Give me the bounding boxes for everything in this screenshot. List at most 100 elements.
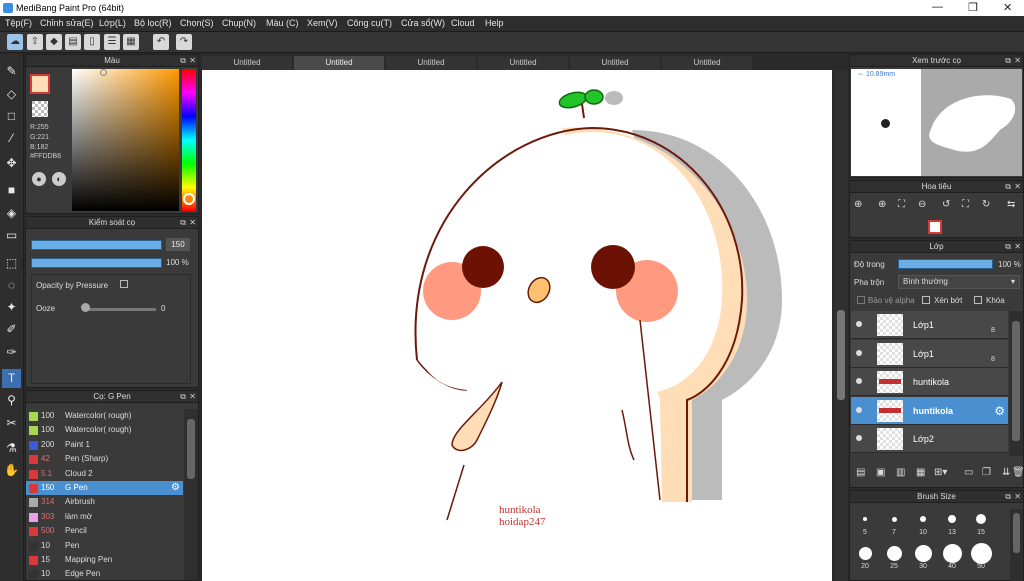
lasso-icon[interactable]: ◌ <box>2 276 21 295</box>
zoom-in-small-icon[interactable]: ⊕ <box>878 199 886 210</box>
divide-tool-icon[interactable]: ✂ <box>2 414 21 433</box>
ooze-slider[interactable] <box>84 308 156 311</box>
new-8bit-layer-icon[interactable]: ▥ <box>896 467 905 478</box>
new-halftone-layer-icon[interactable]: ▣ <box>876 467 885 478</box>
menu-edit[interactable]: Chỉnh sửa(E) <box>40 18 94 28</box>
layer-row[interactable]: Lớp1 8 <box>851 311 1008 339</box>
menu-filter[interactable]: Bộ lọc(R) <box>134 18 172 28</box>
operation-tool-icon[interactable]: ⚲ <box>2 391 21 410</box>
hue-handle[interactable] <box>183 193 195 205</box>
undo-icon[interactable]: ↶ <box>153 34 169 50</box>
close-icon[interactable]: ✕ <box>1014 491 1021 503</box>
brush-list-item[interactable]: 42 Pen (Sharp) <box>26 452 183 466</box>
layers-scrollbar[interactable] <box>1012 321 1020 441</box>
brush-list-item[interactable]: 200 Paint 1 <box>26 438 183 452</box>
layer-opacity-slider[interactable] <box>898 259 993 269</box>
add-layer-menu-icon[interactable]: ⊞▾ <box>934 467 947 478</box>
tab-untitled-2[interactable]: Untitled <box>294 56 384 70</box>
menu-file[interactable]: Tệp(F) <box>5 18 32 28</box>
menu-select[interactable]: Chọn(S) <box>180 18 214 28</box>
brush-size-preset[interactable]: 5 <box>852 509 878 536</box>
lock-checkbox[interactable] <box>974 296 982 304</box>
folder-icon[interactable]: ▭ <box>964 467 973 478</box>
text-tool-icon[interactable]: T <box>2 369 21 388</box>
size-value[interactable]: 150 <box>166 238 190 251</box>
brush-size-preset[interactable]: 40 <box>939 543 965 570</box>
fill-rect-tool-icon[interactable]: ■ <box>2 181 21 200</box>
cloud-icon[interactable]: ☁ <box>7 34 23 50</box>
opacity-slider[interactable] <box>31 258 162 268</box>
tab-untitled-1[interactable]: Untitled <box>202 56 292 70</box>
layer-row[interactable]: Lớp2 <box>851 425 1008 453</box>
eye-icon[interactable] <box>856 435 862 441</box>
tab-untitled-3[interactable]: Untitled <box>386 56 476 70</box>
alpha-lock-checkbox[interactable] <box>857 296 865 304</box>
gear-icon[interactable]: ⚙ <box>171 481 180 495</box>
duplicate-icon[interactable]: ❐ <box>982 467 991 478</box>
brush-size-preset[interactable]: 10 <box>910 509 936 536</box>
select-eraser-icon[interactable]: ✑ <box>2 343 21 362</box>
merge-icon[interactable]: ⇊ <box>1002 467 1010 478</box>
close-icon[interactable]: ✕ <box>1003 1 1012 14</box>
tab-untitled-4[interactable]: Untitled <box>478 56 568 70</box>
brush-size-scrollbar[interactable] <box>1013 513 1020 553</box>
hand-tool-icon[interactable]: ✋ <box>2 461 21 480</box>
new-1bit-layer-icon[interactable]: ▦ <box>916 467 925 478</box>
eraser-tool-icon[interactable]: ◇ <box>2 85 21 104</box>
line-tool-icon[interactable]: ⁄ <box>2 129 21 148</box>
redo-icon[interactable]: ↷ <box>176 34 192 50</box>
ooze-handle[interactable] <box>81 303 90 312</box>
list-icon[interactable]: ☰ <box>104 34 120 50</box>
menu-cloud[interactable]: Cloud <box>451 18 475 28</box>
brush-list-item[interactable]: 10 Pen <box>26 539 183 553</box>
brush-tool-icon[interactable]: ✎ <box>2 62 21 81</box>
eye-icon[interactable] <box>856 406 862 413</box>
restore-icon[interactable]: ❐ <box>968 1 978 14</box>
brush-list-item[interactable]: 5.1 Cloud 2 <box>26 467 183 481</box>
bucket-tool-icon[interactable]: ◈ <box>2 204 21 223</box>
float-icon[interactable]: ⧉ <box>180 391 186 403</box>
close-icon[interactable]: ✕ <box>1014 241 1021 253</box>
minimize-icon[interactable]: — <box>932 1 943 13</box>
menu-window[interactable]: Cửa sổ(W) <box>401 18 445 28</box>
brush-list-item[interactable]: 500 Pencil <box>26 524 183 538</box>
canvas-vertical-scrollbar[interactable] <box>834 70 848 581</box>
new-layer-icon[interactable]: ▤ <box>856 467 865 478</box>
clipping-checkbox[interactable] <box>922 296 930 304</box>
menu-capture[interactable]: Chụp(N) <box>222 18 256 28</box>
rotate-right-icon[interactable]: ↻ <box>982 199 990 210</box>
move-tool-icon[interactable]: ✥ <box>2 154 21 173</box>
brush-list-item[interactable]: 10 Edge Pen <box>26 567 183 580</box>
zoom-out-icon[interactable]: ⊖ <box>918 199 926 210</box>
layer-row[interactable]: huntikola ⚙ <box>851 396 1008 425</box>
trash-icon[interactable]: 🗑 <box>1012 467 1024 478</box>
fullscreen-icon[interactable]: ⛶ <box>962 199 969 210</box>
flip-icon[interactable]: ⇆ <box>1007 199 1015 210</box>
float-icon[interactable]: ⧉ <box>180 55 186 67</box>
gradient-tool-icon[interactable]: ▭ <box>2 226 21 245</box>
eye-icon[interactable] <box>856 321 862 327</box>
select-rect-icon[interactable]: ⬚ <box>2 254 21 273</box>
float-icon[interactable]: ⧉ <box>1005 241 1011 253</box>
secondary-color-swatch[interactable] <box>32 101 48 117</box>
menu-help[interactable]: Help <box>485 18 504 28</box>
comment-icon[interactable]: ◆ <box>46 34 62 50</box>
upload-icon[interactable]: ⇧ <box>27 34 43 50</box>
blend-select[interactable]: Bình thường ▾ <box>898 275 1020 289</box>
hue-slider[interactable] <box>182 69 196 211</box>
fit-icon[interactable]: ⛶ <box>898 199 905 210</box>
brush-size-preset[interactable]: 13 <box>939 509 965 536</box>
brush-size-preset[interactable]: 7 <box>881 509 907 536</box>
menu-tools[interactable]: Công cụ(T) <box>347 18 392 28</box>
brush-list-item[interactable]: 150 G Pen ⚙ <box>26 481 183 495</box>
tab-untitled-6[interactable]: Untitled <box>662 56 752 70</box>
brush-size-preset[interactable]: 25 <box>881 543 907 570</box>
rotate-left-icon[interactable]: ↺ <box>942 199 950 210</box>
document-icon[interactable]: ▯ <box>84 34 100 50</box>
float-icon[interactable]: ⧉ <box>1005 55 1011 67</box>
float-icon[interactable]: ⧉ <box>180 217 186 229</box>
select-pen-icon[interactable]: ✐ <box>2 320 21 339</box>
layer-row[interactable]: huntikola <box>851 368 1008 396</box>
brush-list-item[interactable]: 15 Mapping Pen <box>26 553 183 567</box>
rectangle-tool-icon[interactable]: □ <box>2 107 21 126</box>
